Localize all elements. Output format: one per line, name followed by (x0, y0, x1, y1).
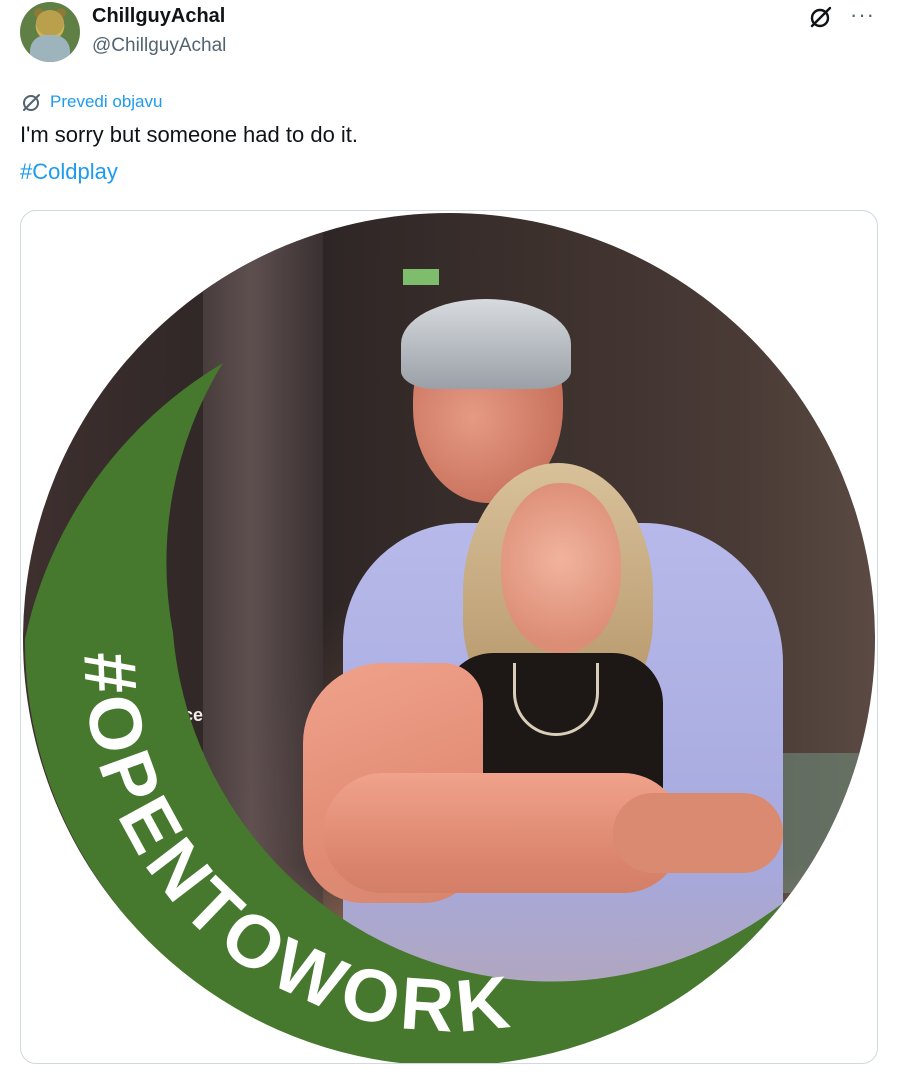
translate-label: Prevedi objavu (50, 92, 163, 111)
translate-post-link[interactable]: Prevedi objavu (20, 90, 162, 114)
translate-icon (23, 94, 40, 111)
author-handle[interactable]: @ChillguyAchal (92, 35, 226, 57)
grok-icon[interactable] (808, 4, 834, 30)
avatar-head (36, 10, 64, 36)
opentowork-text-path: #OPENTOWORK (68, 651, 513, 1048)
avatar-body (30, 35, 70, 62)
opentowork-frame: #OPENTOWORK (24, 363, 783, 1063)
more-options-icon[interactable]: ··· (850, 4, 875, 26)
tweet-text: I'm sorry but someone had to do it. (20, 122, 359, 147)
media-card[interactable]: ace #OPENTOWORK (20, 210, 878, 1064)
hashtag-link[interactable]: #Coldplay (20, 159, 118, 185)
opentowork-text: #OPENTOWORK (68, 651, 519, 1048)
author-avatar[interactable] (20, 2, 80, 62)
author-display-name[interactable]: ChillguyAchal (92, 5, 225, 28)
